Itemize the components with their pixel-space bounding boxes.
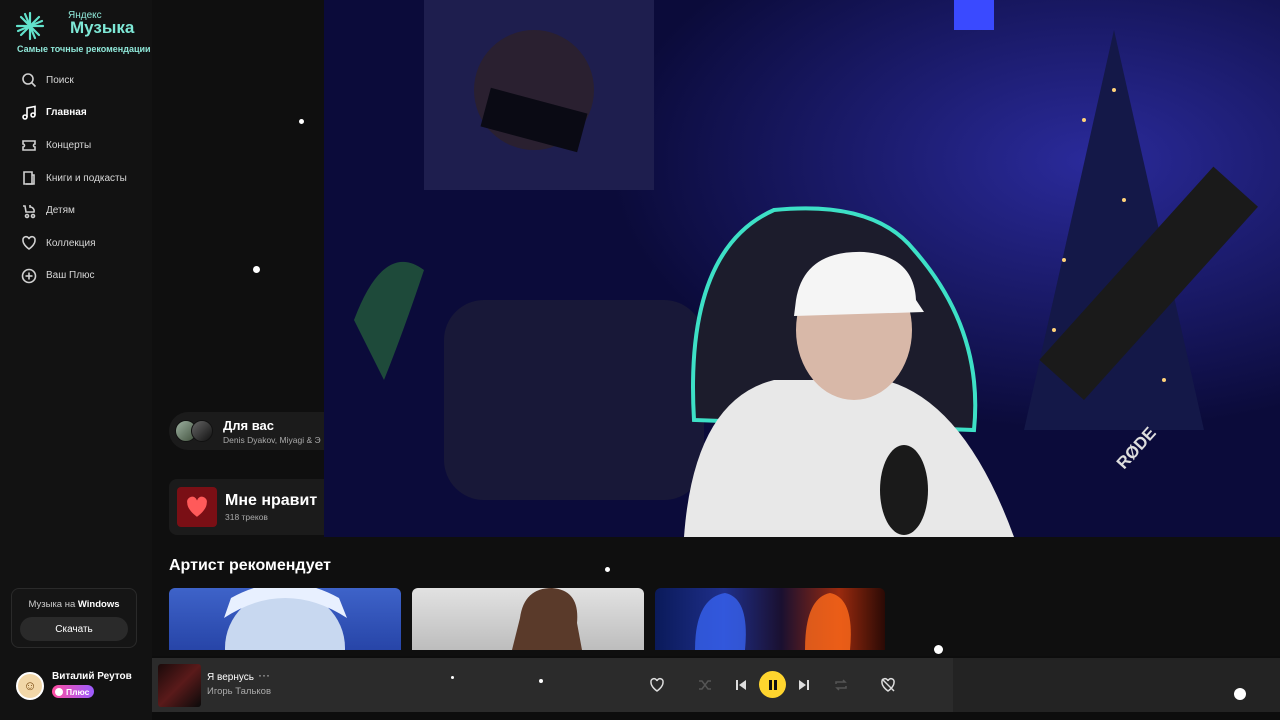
track-cover[interactable] <box>158 664 201 707</box>
sidebar: Яндекс Музыка Самые точные рекомендации … <box>0 0 152 720</box>
plus-icon <box>20 267 37 284</box>
next-button[interactable] <box>792 673 816 697</box>
next-icon <box>799 680 809 690</box>
logo-tagline: Самые точные рекомендации <box>17 44 151 54</box>
for-you-title: Для вас <box>223 417 274 433</box>
windows-promo-prefix: Музыка на <box>28 599 78 610</box>
sidebar-item-label: Главная <box>46 107 87 119</box>
artist-tile[interactable] <box>412 588 644 650</box>
sidebar-item-collection[interactable]: Коллекция <box>0 227 152 260</box>
particle <box>299 119 304 124</box>
artist-portrait <box>224 588 347 650</box>
sidebar-item-label: Детям <box>46 205 75 217</box>
dislike-button[interactable] <box>876 673 900 697</box>
artist-portrait <box>695 593 851 650</box>
sidebar-item-label: Ваш Плюс <box>46 270 95 282</box>
particle <box>934 645 943 654</box>
microphone <box>880 445 928 535</box>
heart-icon <box>187 496 207 517</box>
windows-promo-title: Музыка на Windows <box>12 599 136 610</box>
avatar[interactable]: ☺ <box>16 671 44 700</box>
sidebar-nav: Поиск Главная Концерты Книги и подкасты … <box>0 64 152 292</box>
plus-badge[interactable]: Плюс <box>52 685 95 698</box>
shuffle-icon <box>699 680 711 690</box>
heart-icon <box>650 677 664 692</box>
artist-tile[interactable] <box>655 588 885 650</box>
previous-button[interactable] <box>729 673 753 697</box>
artist-portrait <box>512 588 582 650</box>
app-root: Яндекс Музыка Самые точные рекомендации … <box>0 0 1280 720</box>
repeat-icon <box>835 679 847 691</box>
more-options-button[interactable]: ··· <box>258 668 270 682</box>
track-title[interactable]: Я вернусь <box>207 672 254 683</box>
sidebar-item-kids[interactable]: Детям <box>0 194 152 227</box>
download-button[interactable]: Скачать <box>20 617 128 641</box>
sidebar-item-label: Коллекция <box>46 237 96 249</box>
plus-badge-icon <box>55 687 63 696</box>
plus-badge-label: Плюс <box>66 686 90 697</box>
particle <box>539 679 543 683</box>
search-icon <box>20 72 37 89</box>
pause-button[interactable] <box>759 671 786 698</box>
sidebar-item-label: Концерты <box>46 139 92 151</box>
for-you-subtitle: Denis Dyakov, Miyagi & Э <box>223 434 321 445</box>
user-profile[interactable]: ☺ Виталий Реутов Плюс <box>16 671 132 701</box>
sidebar-item-label: Поиск <box>46 74 74 86</box>
windows-promo: Музыка на Windows Скачать <box>11 588 137 648</box>
book-icon <box>20 170 37 187</box>
liked-tracks-card[interactable]: Мне нравит 318 треков <box>169 479 349 535</box>
sidebar-item-books[interactable]: Книги и подкасты <box>0 162 152 195</box>
shuffle-button[interactable] <box>693 673 717 697</box>
windows-promo-app: Windows <box>77 599 120 610</box>
sidebar-item-home[interactable]: Главная <box>0 97 152 130</box>
player-right-panel <box>953 658 1280 712</box>
sidebar-item-concerts[interactable]: Концерты <box>0 129 152 162</box>
sidebar-item-search[interactable]: Поиск <box>0 64 152 97</box>
liked-subtitle: 318 треков <box>225 512 268 522</box>
for-you-covers <box>175 418 219 444</box>
dislike-icon <box>881 677 895 692</box>
liked-title: Мне нравит <box>225 492 318 509</box>
stroller-icon <box>20 202 37 219</box>
particle <box>605 567 610 572</box>
sidebar-item-label: Книги и подкасты <box>46 172 127 184</box>
like-button[interactable] <box>645 673 669 697</box>
cover-image <box>191 420 213 442</box>
sidebar-item-plus[interactable]: Ваш Плюс <box>0 260 152 293</box>
ticket-icon <box>20 137 37 154</box>
user-name: Виталий Реутов <box>52 671 132 682</box>
particle <box>451 676 454 679</box>
artist-tile[interactable] <box>169 588 401 650</box>
pause-icon <box>768 679 777 690</box>
heart-icon <box>20 235 37 252</box>
track-artist[interactable]: Игорь Тальков <box>207 686 271 697</box>
particle <box>1234 688 1246 700</box>
webcam-overlay: RØDE <box>324 0 1280 537</box>
previous-icon <box>736 680 746 690</box>
repeat-button[interactable] <box>829 673 853 697</box>
liked-cover <box>177 487 217 527</box>
logo-big-text: Музыка <box>70 18 135 37</box>
for-you-card[interactable]: Для вас Denis Dyakov, Miyagi & Э <box>169 412 349 450</box>
logo-star-icon <box>15 11 45 41</box>
particle <box>253 266 260 273</box>
section-title: Артист рекомендует <box>169 557 331 574</box>
webcam-scene: RØDE <box>324 0 1280 537</box>
music-note-icon <box>20 104 37 121</box>
